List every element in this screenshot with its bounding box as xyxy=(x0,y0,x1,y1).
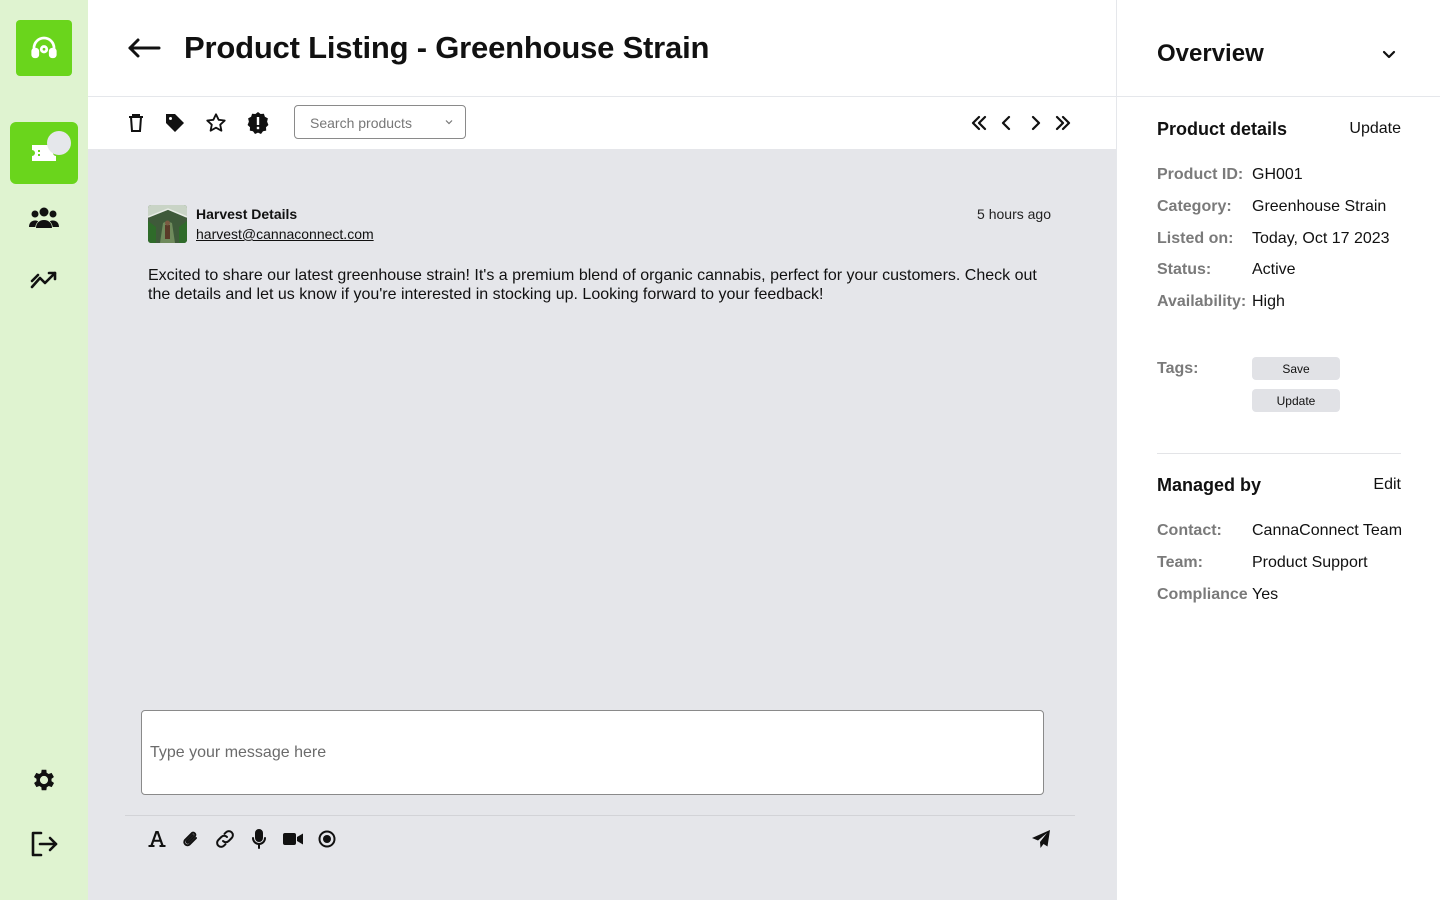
paperclip-icon xyxy=(183,831,197,847)
chevron-down-icon xyxy=(445,120,453,125)
last-page-icon xyxy=(1055,115,1071,131)
product-id-value: GH001 xyxy=(1252,166,1303,183)
sender-email-link[interactable]: harvest@cannaconnect.com xyxy=(196,226,374,242)
send-button[interactable] xyxy=(1027,825,1055,853)
sender-name: Harvest Details xyxy=(196,206,298,222)
prev-page-button[interactable] xyxy=(993,109,1021,137)
record-button[interactable] xyxy=(313,825,341,853)
field-label: Contact: xyxy=(1157,522,1222,539)
video-button[interactable] xyxy=(279,825,307,853)
search-placeholder: Search products xyxy=(310,115,412,131)
search-input[interactable]: Search products xyxy=(294,105,466,139)
nav-item-analytics[interactable] xyxy=(24,262,64,298)
conversation-area: Harvest Details harvest@cannaconnect.com… xyxy=(88,149,1116,900)
status-value: Active xyxy=(1252,261,1296,278)
notification-dot xyxy=(47,131,71,155)
overview-collapse-button[interactable] xyxy=(1377,42,1401,66)
text-format-icon xyxy=(148,831,166,847)
overview-header: Overview xyxy=(1117,0,1440,97)
field-label: Status: xyxy=(1157,261,1212,278)
left-nav xyxy=(0,0,88,900)
nav-item-settings[interactable] xyxy=(24,762,64,798)
toolbar: Search products xyxy=(88,97,1116,149)
field-label: Team: xyxy=(1157,554,1203,571)
field-label: Compliance xyxy=(1157,586,1248,603)
page-title: Product Listing - Greenhouse Strain xyxy=(184,30,710,65)
link-icon xyxy=(216,830,234,848)
category-value: Greenhouse Strain xyxy=(1252,198,1387,215)
tag-icon xyxy=(166,114,184,132)
record-icon xyxy=(318,830,336,848)
product-details-title: Product details xyxy=(1157,119,1288,139)
section-divider xyxy=(1157,453,1401,454)
field-label: Listed on: xyxy=(1157,230,1234,247)
edit-managed-by-link[interactable]: Edit xyxy=(1373,476,1401,494)
first-page-icon xyxy=(971,115,987,131)
headset-icon xyxy=(31,36,57,59)
tag-button[interactable] xyxy=(161,109,189,137)
first-page-button[interactable] xyxy=(965,109,993,137)
message-input-placeholder: Type your message here xyxy=(150,744,327,761)
prev-page-icon xyxy=(1001,115,1011,131)
nav-item-users[interactable] xyxy=(24,200,64,236)
attach-button[interactable] xyxy=(177,825,205,853)
field-label: Product ID: xyxy=(1157,166,1244,183)
video-icon xyxy=(283,833,303,845)
trash-icon xyxy=(129,114,143,132)
star-button[interactable] xyxy=(202,109,230,137)
back-button[interactable] xyxy=(124,30,164,66)
overview-panel: Overview Product details Update Product … xyxy=(1116,0,1440,900)
users-icon xyxy=(29,207,59,228)
listed-on-value: Today, Oct 17 2023 xyxy=(1252,230,1390,247)
next-page-icon xyxy=(1031,115,1041,131)
managed-by-title: Managed by xyxy=(1157,475,1262,495)
update-details-link[interactable]: Update xyxy=(1349,120,1401,138)
avatar xyxy=(148,205,187,243)
team-value: Product Support xyxy=(1252,554,1368,571)
tag-save-button[interactable]: Save xyxy=(1252,357,1340,380)
tag-update-button[interactable]: Update xyxy=(1252,389,1340,412)
report-button[interactable] xyxy=(244,109,272,137)
page-header: Product Listing - Greenhouse Strain xyxy=(88,0,1116,97)
message-body: Excited to share our latest greenhouse s… xyxy=(148,267,1037,303)
microphone-icon xyxy=(252,829,266,849)
last-page-button[interactable] xyxy=(1049,109,1077,137)
availability-value: High xyxy=(1252,293,1285,310)
chevron-down-icon xyxy=(1382,50,1396,58)
field-label: Availability: xyxy=(1157,293,1247,310)
compliance-value: Yes xyxy=(1252,586,1279,603)
field-label: Category: xyxy=(1157,198,1232,215)
text-format-button[interactable] xyxy=(143,825,171,853)
composer-divider xyxy=(125,815,1075,816)
trend-icon xyxy=(30,271,57,289)
next-page-button[interactable] xyxy=(1021,109,1049,137)
nav-item-tickets[interactable] xyxy=(10,122,78,184)
greenhouse-photo xyxy=(148,205,187,243)
message-input[interactable]: Type your message here xyxy=(141,710,1044,795)
gear-icon xyxy=(33,769,55,791)
overview-title: Overview xyxy=(1157,40,1264,67)
send-icon xyxy=(1032,830,1050,848)
delete-button[interactable] xyxy=(122,109,150,137)
star-icon xyxy=(206,113,226,132)
voice-button[interactable] xyxy=(245,825,273,853)
logout-icon xyxy=(31,831,58,857)
link-button[interactable] xyxy=(211,825,239,853)
alert-badge-icon xyxy=(247,112,269,134)
tags-label: Tags: xyxy=(1157,360,1199,377)
contact-value: CannaConnect Team xyxy=(1252,522,1403,539)
message-timestamp: 5 hours ago xyxy=(977,206,1051,222)
back-arrow-icon xyxy=(128,38,161,58)
nav-item-logout[interactable] xyxy=(24,826,64,862)
app-logo[interactable] xyxy=(16,20,72,76)
